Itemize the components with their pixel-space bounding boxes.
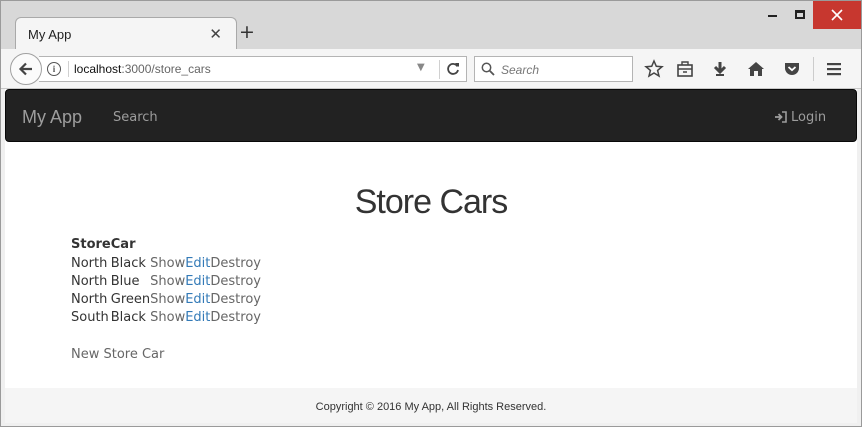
show-link[interactable]: Show [150, 310, 185, 325]
search-placeholder: Search [501, 63, 540, 77]
url-separator [68, 61, 69, 77]
cell-car: Green [110, 291, 151, 307]
header-store: Store [71, 236, 111, 252]
edit-link[interactable]: Edit [185, 310, 210, 325]
maximize-icon [795, 10, 805, 19]
page-viewport: My App Search Login Store Cars Store Car… [5, 89, 857, 423]
chevron-down-icon[interactable]: ▼ [417, 62, 425, 73]
cell-store: South [71, 309, 109, 325]
browser-tab[interactable]: My App ✕ [15, 17, 237, 50]
cell-car: Black [110, 255, 146, 271]
browser-window: My App ✕ + i localhost:3000/store_cars ▼… [0, 0, 862, 427]
cell-store: North [71, 291, 108, 307]
app-navbar: My App Search Login [5, 89, 857, 142]
tab-title: My App [28, 27, 72, 42]
bookmark-star-icon[interactable] [644, 59, 664, 79]
new-tab-button[interactable]: + [239, 22, 255, 42]
minimize-icon [768, 15, 777, 17]
title-bar: My App ✕ + [1, 1, 861, 50]
cell-actions: ShowEditDestroy [150, 290, 261, 308]
browser-toolbar: i localhost:3000/store_cars ▼ Search [1, 49, 861, 89]
brand-link[interactable]: My App [22, 107, 82, 128]
edit-link[interactable]: Edit [185, 274, 210, 289]
info-icon[interactable]: i [47, 62, 61, 76]
store-cars-table: Store Car North Black ShowEditDestroy No… [71, 234, 261, 326]
footer-copyright: Copyright © 2016 My App, All Rights Rese… [315, 401, 547, 413]
url-path: :3000/store_cars [121, 62, 211, 76]
url-text[interactable]: localhost:3000/store_cars [74, 62, 211, 76]
search-icon [481, 62, 495, 76]
login-label: Login [791, 110, 827, 125]
home-icon[interactable] [746, 59, 766, 79]
table-header-row: Store Car [71, 234, 261, 254]
cell-actions: ShowEditDestroy [150, 272, 261, 290]
new-store-car-link[interactable]: New Store Car [71, 347, 164, 362]
destroy-link[interactable]: Destroy [210, 310, 261, 325]
table-row: North Black ShowEditDestroy [71, 254, 261, 272]
table-row: North Green ShowEditDestroy [71, 290, 261, 308]
login-link[interactable]: Login [774, 110, 826, 125]
cell-actions: ShowEditDestroy [150, 308, 261, 326]
reload-icon[interactable] [445, 61, 461, 77]
show-link[interactable]: Show [150, 292, 185, 307]
pocket-icon[interactable] [782, 59, 802, 79]
page-title: Store Cars [354, 183, 509, 221]
show-link[interactable]: Show [150, 256, 185, 271]
back-arrow-icon [18, 62, 32, 76]
url-bar[interactable]: i localhost:3000/store_cars ▼ [39, 56, 467, 82]
destroy-link[interactable]: Destroy [210, 274, 261, 289]
show-link[interactable]: Show [150, 274, 185, 289]
bookmarks-library-icon[interactable] [675, 59, 695, 79]
nav-search-link[interactable]: Search [113, 110, 158, 125]
cell-store: North [71, 273, 108, 289]
close-icon [831, 9, 843, 21]
menu-icon[interactable] [824, 59, 844, 79]
edit-link[interactable]: Edit [185, 292, 210, 307]
close-window-button[interactable] [813, 1, 861, 29]
destroy-link[interactable]: Destroy [210, 256, 261, 271]
destroy-link[interactable]: Destroy [210, 292, 261, 307]
toolbar-divider [813, 57, 814, 81]
cell-actions: ShowEditDestroy [150, 254, 261, 272]
cell-store: North [71, 255, 108, 271]
login-icon [775, 111, 787, 123]
search-field[interactable]: Search [474, 56, 633, 82]
table-row: South Black ShowEditDestroy [71, 308, 261, 326]
url-divider [439, 60, 440, 79]
footer: Copyright © 2016 My App, All Rights Rese… [5, 388, 857, 423]
close-tab-icon[interactable]: ✕ [209, 25, 222, 43]
edit-link[interactable]: Edit [185, 256, 210, 271]
table-row: North Blue ShowEditDestroy [71, 272, 261, 290]
url-host: localhost [74, 62, 122, 76]
header-car: Car [110, 236, 136, 252]
download-icon[interactable] [710, 59, 730, 79]
cell-car: Black [110, 309, 146, 325]
cell-car: Blue [110, 273, 140, 289]
back-button[interactable] [10, 53, 42, 85]
header-actions [150, 234, 261, 254]
